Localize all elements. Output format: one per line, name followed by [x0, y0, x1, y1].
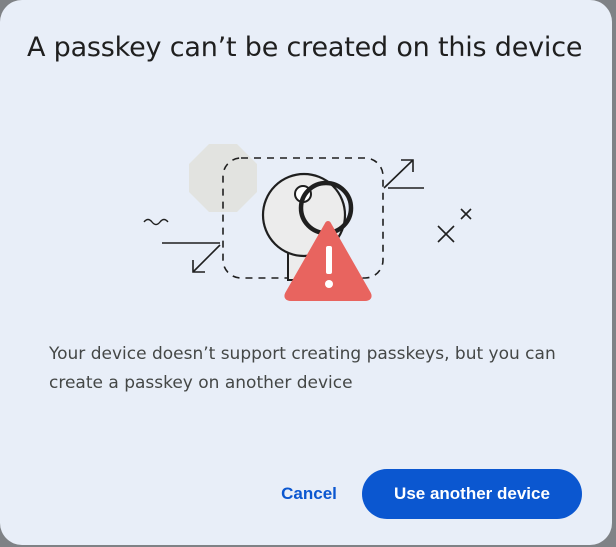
use-another-device-button[interactable]: Use another device — [362, 469, 582, 519]
sparkle-icon — [143, 218, 169, 226]
dialog-message: Your device doesn’t support creating pas… — [49, 344, 556, 393]
arrow-icon — [383, 159, 424, 189]
arrow-icon — [162, 242, 221, 273]
sparkle-icon — [437, 208, 472, 243]
passkey-dialog: A passkey can’t be created on this devic… — [0, 0, 612, 545]
dialog-title: A passkey can’t be created on this devic… — [27, 32, 583, 63]
passkey-error-illustration — [143, 144, 472, 301]
cancel-button[interactable]: Cancel — [264, 469, 354, 519]
